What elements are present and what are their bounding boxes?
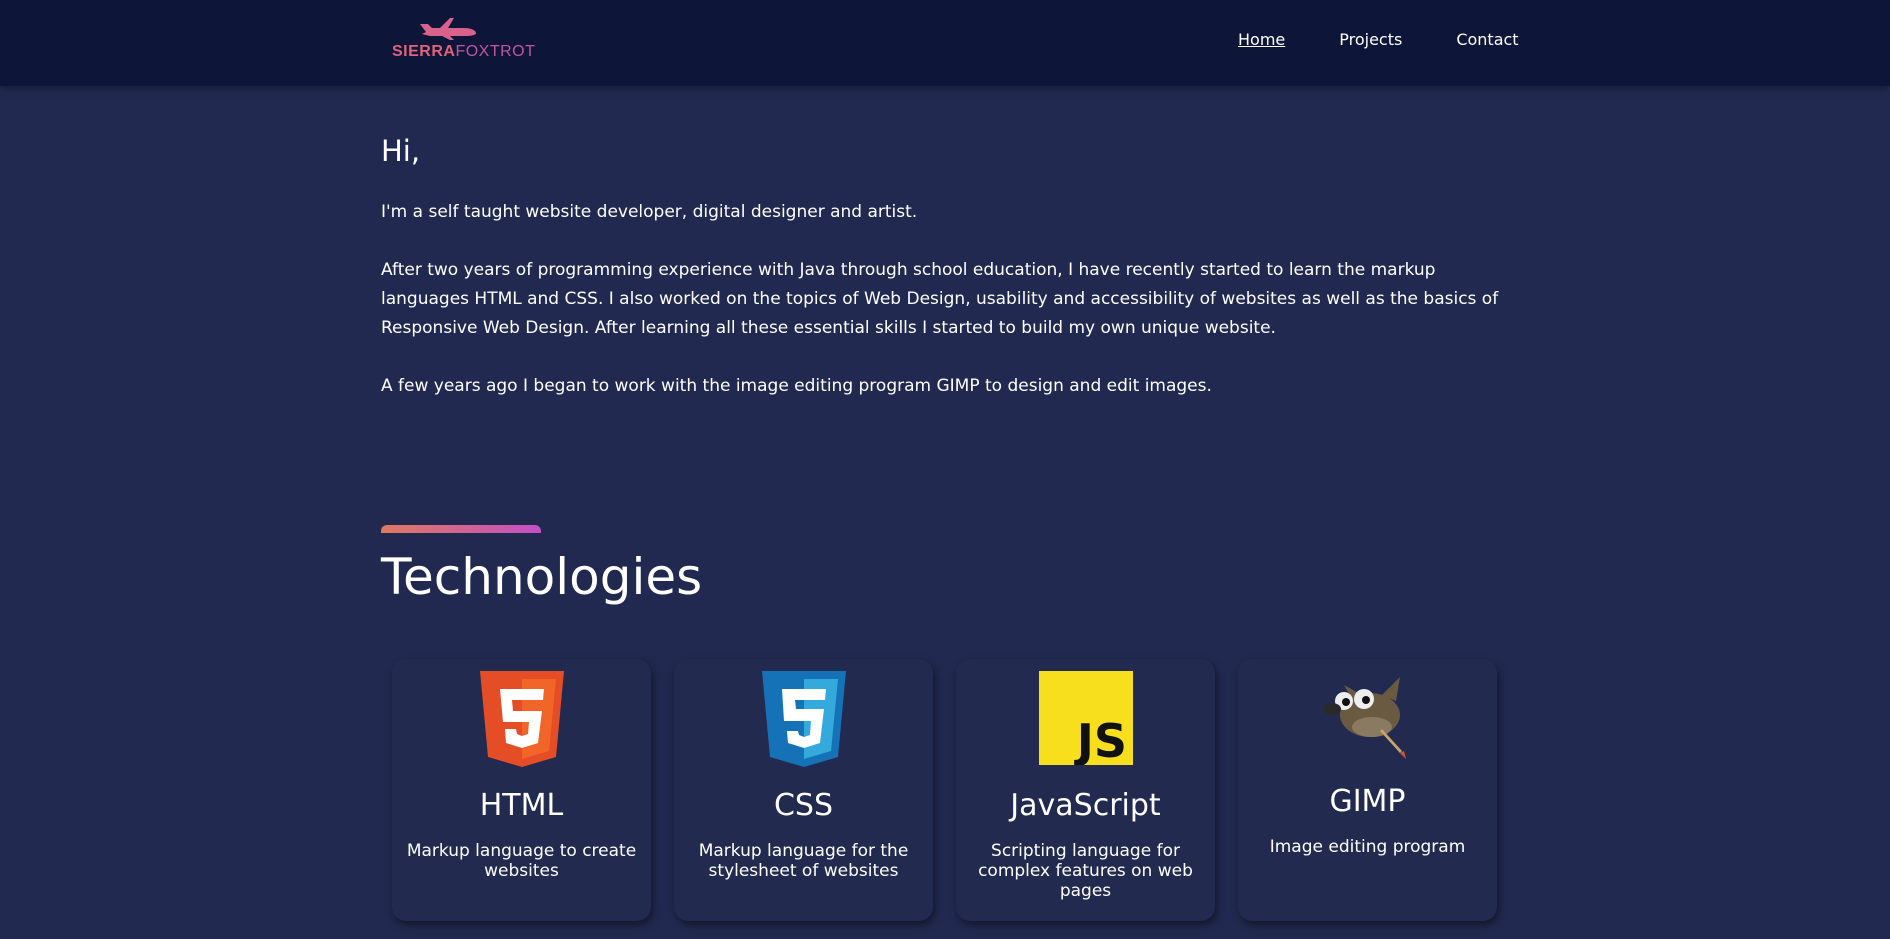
airplane-icon [420, 18, 476, 40]
nav-contact-link[interactable]: Contact [1456, 30, 1518, 49]
top-navbar: SIERRAFOXTROT Home Projects Contact [0, 0, 1890, 86]
logo-text-sierra: SIERRA [392, 43, 456, 60]
technology-card-gimp: GIMP Image editing program [1238, 659, 1497, 921]
nav-home-link[interactable]: Home [1238, 30, 1285, 49]
intro-section: Hi, I'm a self taught website developer,… [381, 134, 1511, 430]
main-nav: Home Projects Contact [1238, 30, 1519, 49]
intro-paragraph-2: After two years of programming experienc… [381, 260, 1499, 338]
technology-card-javascript: JS JavaScript Scripting language for com… [956, 659, 1215, 921]
section-accent-bar [381, 525, 541, 533]
gimp-icon [1322, 677, 1406, 759]
css3-icon [761, 671, 846, 767]
technology-description: Image editing program [1269, 837, 1466, 857]
logo-text: SIERRAFOXTROT [392, 43, 535, 61]
technology-card-html: HTML Markup language to create websites [392, 659, 651, 921]
technologies-heading: Technologies [381, 548, 703, 606]
greeting-heading: Hi, [381, 134, 421, 168]
site-logo[interactable]: SIERRAFOXTROT [392, 14, 535, 62]
javascript-icon: JS [1038, 671, 1133, 765]
technology-name: HTML [479, 788, 564, 823]
html5-icon [479, 671, 564, 767]
technology-description: Scripting language for complex features … [978, 841, 1193, 901]
technology-name: CSS [773, 788, 834, 823]
technology-description: Markup language for the stylesheet of we… [698, 841, 909, 881]
intro-paragraph-1: I'm a self taught website developer, dig… [381, 202, 918, 222]
technology-cards: HTML Markup language to create websites … [392, 659, 1497, 921]
technology-description: Markup language to create websites [406, 841, 637, 881]
logo-text-foxtrot: FOXTROT [455, 43, 536, 60]
technology-name: GIMP [1329, 784, 1406, 819]
nav-projects-link[interactable]: Projects [1339, 30, 1402, 49]
technology-card-css: CSS Markup language for the stylesheet o… [674, 659, 933, 921]
technology-name: JavaScript [1010, 788, 1161, 823]
intro-paragraph-3: A few years ago I began to work with the… [381, 376, 1212, 396]
svg-text:JS: JS [1073, 714, 1126, 765]
